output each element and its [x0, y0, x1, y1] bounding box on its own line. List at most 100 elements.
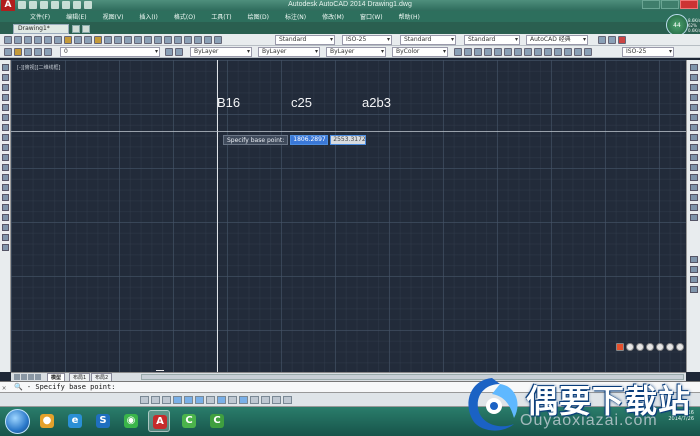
sogou-browser-icon[interactable]: S [92, 410, 114, 432]
array-icon[interactable] [690, 104, 698, 111]
autocad-taskbar-icon[interactable]: A [148, 410, 170, 432]
dynamic-input-y-field[interactable]: 2553.3172 [330, 135, 367, 145]
polygon-icon[interactable] [2, 94, 9, 101]
move-icon[interactable] [690, 114, 698, 121]
viewport-controls[interactable]: [-][俯视][二维线框] [17, 64, 61, 71]
annotation-scale-select[interactable]: ISO-25 [622, 47, 674, 57]
draw-polyline-icon[interactable] [2, 84, 9, 91]
draw-mtext-icon[interactable] [2, 244, 9, 251]
draw-arc-icon[interactable] [2, 114, 9, 121]
region-icon[interactable] [574, 48, 582, 56]
ellipse-icon[interactable] [2, 154, 9, 161]
last-layout-icon[interactable] [35, 374, 41, 380]
3d-osnap-toggle[interactable] [206, 396, 215, 404]
properties-icon[interactable] [164, 36, 172, 44]
leader-icon[interactable] [544, 48, 552, 56]
taskbar-app-icon[interactable]: ● [36, 410, 58, 432]
line-icon[interactable] [454, 48, 462, 56]
ime-lang-icon[interactable] [626, 343, 634, 351]
new-tab-icon[interactable] [82, 25, 90, 33]
rectangle-icon[interactable] [494, 48, 502, 56]
print-icon[interactable] [34, 36, 42, 44]
design-center-icon[interactable] [174, 36, 182, 44]
extend-icon[interactable] [690, 164, 698, 171]
dimension-icon[interactable] [534, 48, 542, 56]
snap-mode-toggle[interactable] [151, 396, 160, 404]
color-control-select[interactable]: ByLayer [190, 47, 252, 57]
menu-insert[interactable]: 插入(I) [139, 12, 157, 21]
ime-skin-icon[interactable] [666, 343, 674, 351]
dim-style-select[interactable]: ISO-25 [342, 35, 392, 45]
break-icon[interactable] [690, 174, 698, 181]
menu-modify[interactable]: 修改(M) [322, 12, 344, 21]
scale-icon[interactable] [690, 134, 698, 141]
zoom-previous-icon[interactable] [154, 36, 162, 44]
text-style-select[interactable]: Standard [275, 35, 335, 45]
draw-line-icon[interactable] [2, 64, 9, 71]
tab-list-icon[interactable] [72, 25, 80, 33]
sun-icon[interactable] [34, 48, 42, 56]
join-icon[interactable] [690, 184, 698, 191]
lineweight-toggle[interactable] [250, 396, 259, 404]
plot-style-select[interactable]: ByColor [392, 47, 448, 57]
point-icon[interactable] [564, 48, 572, 56]
gradient-icon[interactable] [2, 214, 9, 221]
copy-icon[interactable] [74, 36, 82, 44]
save-file-icon[interactable] [24, 36, 32, 44]
infer-constraints-toggle[interactable] [140, 396, 149, 404]
draw-spline-icon[interactable] [2, 144, 9, 151]
draw-circle-icon[interactable] [2, 124, 9, 131]
publish-icon[interactable] [54, 36, 62, 44]
layer-properties-icon[interactable] [4, 48, 12, 56]
insert-icon[interactable] [2, 174, 9, 181]
zoom-window-icon[interactable] [144, 36, 152, 44]
snap-center-icon[interactable] [690, 286, 698, 293]
osnap-icon[interactable] [690, 256, 698, 263]
help-icon[interactable] [618, 36, 626, 44]
polar-tracking-toggle[interactable] [184, 396, 193, 404]
rotate-icon[interactable] [690, 124, 698, 131]
table-style-select[interactable]: Standard [400, 35, 456, 45]
mirror-icon[interactable] [690, 84, 698, 91]
wechat-icon[interactable]: ◉ [120, 410, 142, 432]
menu-format[interactable]: 格式(O) [174, 12, 195, 21]
paste-icon[interactable] [84, 36, 92, 44]
dynamic-input-x-field[interactable]: 1806.2897 [290, 135, 329, 145]
drawing-text-a2b3[interactable]: a2b3 [362, 95, 391, 110]
transparency-toggle[interactable] [261, 396, 270, 404]
menu-view[interactable]: 视图(V) [103, 12, 124, 21]
make-current-icon[interactable] [165, 48, 173, 56]
match-properties-icon[interactable] [94, 36, 102, 44]
internet-explorer-icon[interactable]: e [64, 410, 86, 432]
layer-state-icon[interactable] [14, 48, 22, 56]
mleader-style-select[interactable]: Standard [464, 35, 520, 45]
menu-file[interactable]: 文件(F) [30, 12, 50, 21]
drawing-text-c25[interactable]: c25 [291, 95, 312, 110]
ellipse-arc-icon[interactable] [2, 164, 9, 171]
workspace-settings-icon[interactable] [598, 36, 606, 44]
table-icon[interactable] [554, 48, 562, 56]
prev-layout-icon[interactable] [21, 374, 27, 380]
minimize-button[interactable] [642, 0, 660, 9]
fillet-icon[interactable] [690, 204, 698, 211]
object-snap-tracking-toggle[interactable] [217, 396, 226, 404]
menu-dimension[interactable]: 标注(N) [285, 12, 306, 21]
menu-tools[interactable]: 工具(T) [211, 12, 231, 21]
draw-hatch-icon[interactable] [2, 204, 9, 211]
spline-icon[interactable] [584, 48, 592, 56]
revision-cloud-icon[interactable] [2, 134, 9, 141]
first-layout-icon[interactable] [14, 374, 20, 380]
stretch-icon[interactable] [690, 144, 698, 151]
menu-help[interactable]: 帮助(H) [399, 12, 420, 21]
next-layout-icon[interactable] [28, 374, 34, 380]
mtext-icon[interactable] [514, 48, 522, 56]
offset-icon[interactable] [690, 94, 698, 101]
ducs-toggle[interactable] [228, 396, 237, 404]
insert-block-icon[interactable] [524, 48, 532, 56]
circle-icon[interactable] [474, 48, 482, 56]
cut-icon[interactable] [64, 36, 72, 44]
layer-select[interactable]: 0 [60, 47, 160, 57]
pan-icon[interactable] [124, 36, 132, 44]
zoom-realtime-icon[interactable] [134, 36, 142, 44]
grid-display-toggle[interactable] [162, 396, 171, 404]
